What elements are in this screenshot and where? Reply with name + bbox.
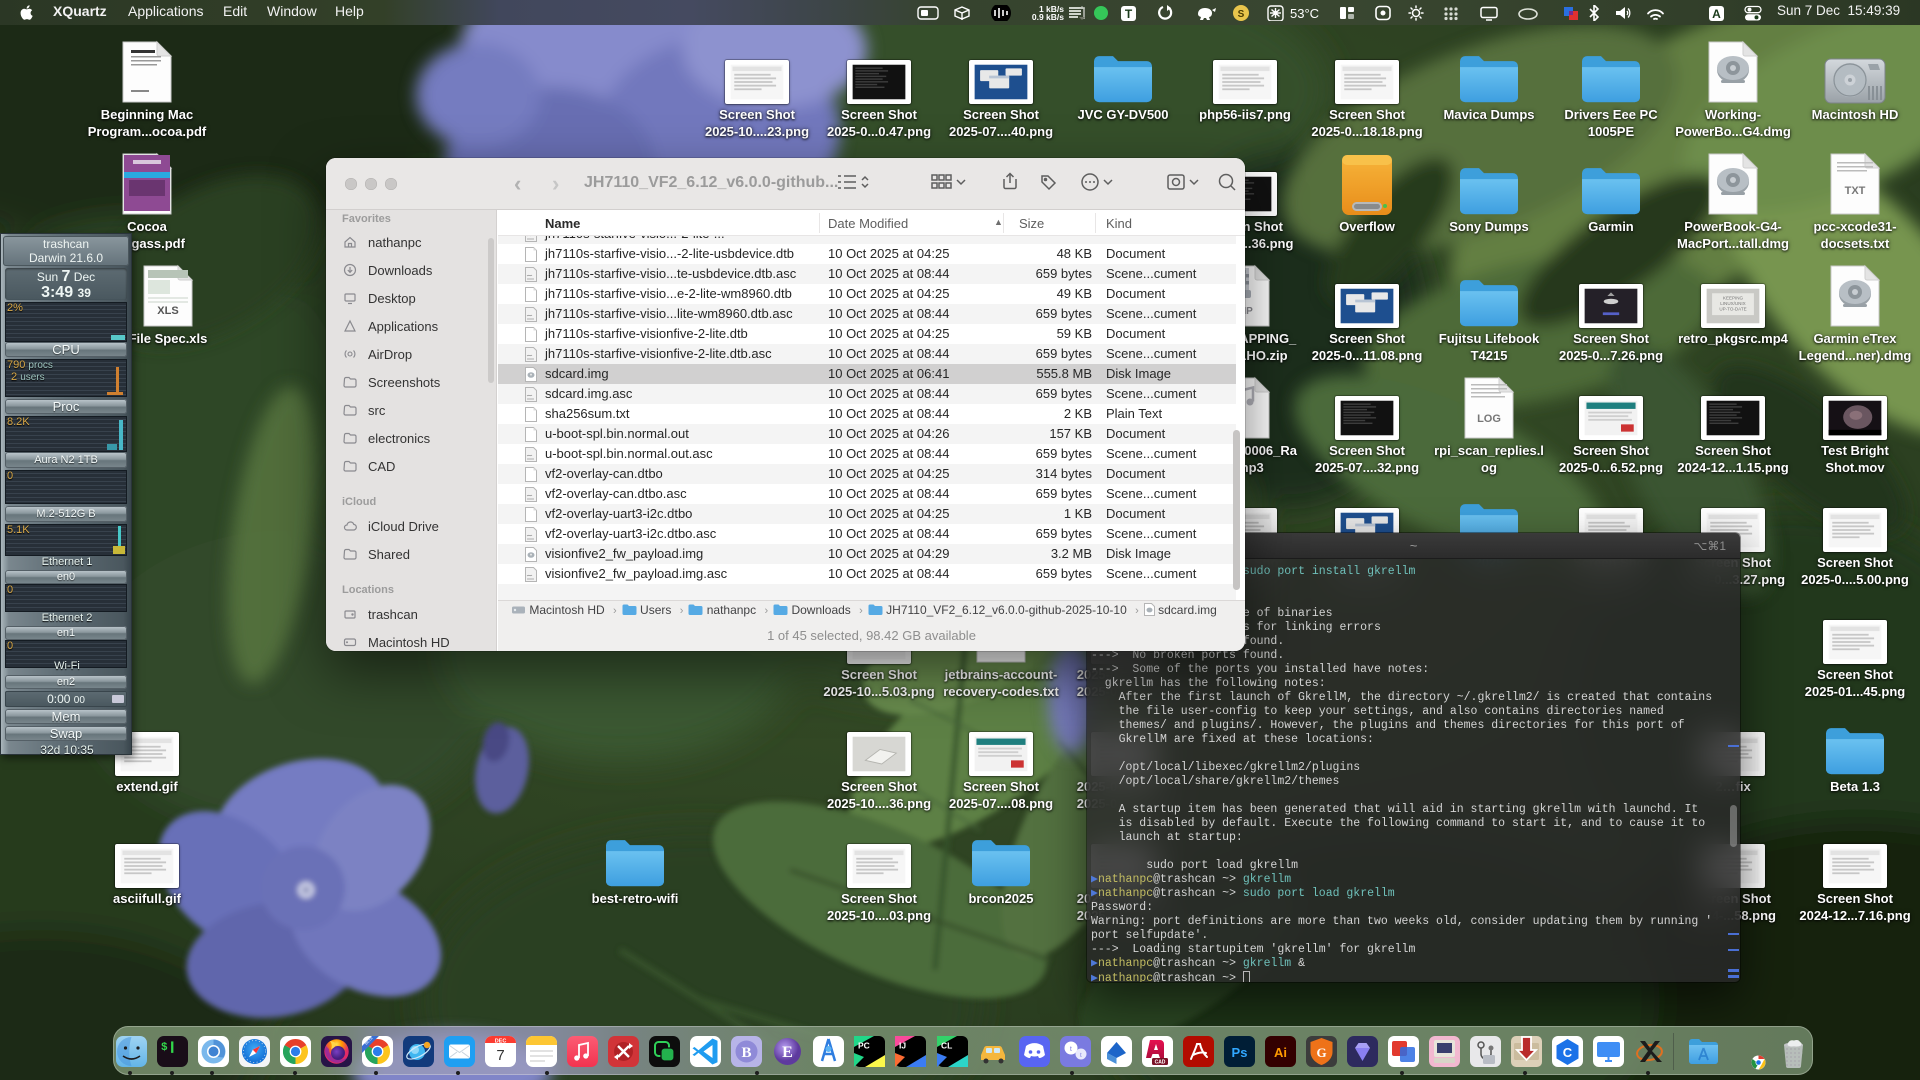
svg-text:S: S: [1238, 9, 1245, 20]
svg-text:CAD: CAD: [1154, 1060, 1165, 1066]
svg-text:Ps: Ps: [1231, 1045, 1247, 1060]
svg-text:B: B: [742, 1045, 752, 1061]
svg-text:LINUX/UNIX: LINUX/UNIX: [1720, 301, 1745, 306]
svg-text:XLS: XLS: [157, 305, 178, 317]
svg-text:Ai: Ai: [1274, 1045, 1287, 1060]
svg-text:KEEPING: KEEPING: [1723, 296, 1744, 301]
svg-text:t: t: [1080, 1051, 1082, 1059]
svg-text:IJ: IJ: [899, 1041, 906, 1051]
svg-text:LOG: LOG: [1477, 413, 1501, 425]
svg-text:DEC: DEC: [495, 1039, 507, 1045]
svg-text:UP-TO-DATE: UP-TO-DATE: [1719, 307, 1746, 312]
svg-text:E: E: [782, 1044, 793, 1061]
svg-text:53°C: 53°C: [1290, 6, 1319, 21]
svg-text:G: G: [1316, 1045, 1326, 1060]
svg-text:A: A: [1712, 7, 1721, 21]
svg-text:T: T: [1125, 7, 1133, 21]
svg-text:TXT: TXT: [1845, 185, 1866, 197]
svg-text:CL: CL: [941, 1041, 952, 1051]
svg-text:0.9 kB/s: 0.9 kB/s: [1032, 12, 1064, 21]
svg-text:PC: PC: [858, 1041, 870, 1051]
svg-text:C: C: [1563, 1045, 1573, 1060]
svg-text:$❙: $❙: [161, 1041, 177, 1054]
svg-text:7: 7: [496, 1047, 504, 1064]
